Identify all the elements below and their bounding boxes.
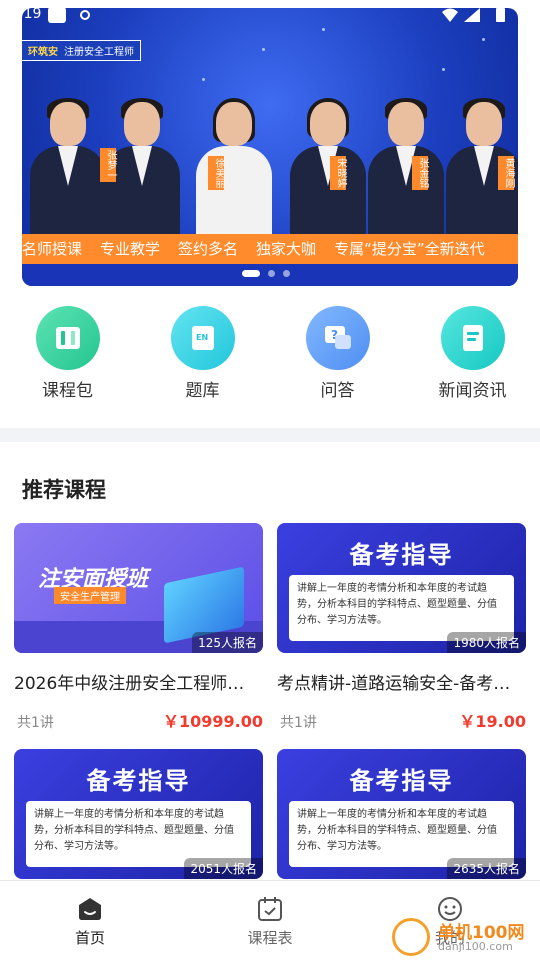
thumb-title: 备考指导 <box>86 767 191 795</box>
question-bank-icon: EN <box>170 306 235 370</box>
enroll-count: 2051人报名 <box>184 858 263 879</box>
quick-nav-course-package[interactable]: 课程包 <box>0 306 135 406</box>
news-icon <box>440 306 505 370</box>
signal-battery-icon <box>442 8 505 22</box>
promo-banner-carousel[interactable]: 环筑安 注册安全工程师 张梦一 徐美丽 宋晓婷 张金铭 黄海刚 名师授课 专业教学签… <box>22 8 518 286</box>
course-price: ￥19.00 <box>459 712 526 731</box>
svg-text:?: ? <box>331 328 338 342</box>
course-thumbnail: 注安面授班 安全生产管理 125人报名 <box>14 523 263 653</box>
banner-logo: 环筑安 注册安全工程师 <box>22 40 141 61</box>
quick-nav-qa[interactable]: ? 问答 <box>270 306 405 406</box>
section-title: 推荐课程 <box>22 478 106 502</box>
quick-nav-label: 问答 <box>320 381 355 401</box>
teacher-name-tag: 宋晓婷 <box>330 156 346 190</box>
course-card[interactable]: 注安面授班 安全生产管理 125人报名 2026年中级注册安全工程师… 共1讲 … <box>14 523 263 732</box>
quick-nav-news[interactable]: 新闻资讯 <box>405 306 540 406</box>
thumb-title: 备考指导 <box>349 541 454 569</box>
thumb-subtitle: 安全生产管理 <box>54 587 126 604</box>
enroll-count: 125人报名 <box>192 632 263 653</box>
course-thumbnail: 备考指导 讲解上一年度的考情分析和本年度的考试趋势，分析本科目的学科特点、题型题… <box>277 749 526 879</box>
home-icon <box>79 898 101 920</box>
thumb-title: 备考指导 <box>349 767 454 795</box>
book-icon <box>35 306 100 370</box>
course-thumbnail: 备考指导 讲解上一年度的考情分析和本年度的考试趋势，分析本科目的学科特点、题型题… <box>14 749 263 879</box>
teacher-name-tag: 张梦一 <box>100 148 116 182</box>
site-watermark: 单机100网 danji100.com <box>392 914 540 960</box>
lesson-count: 共1讲 <box>17 715 54 731</box>
carousel-dot[interactable] <box>242 270 260 277</box>
watermark-logo-icon <box>392 918 430 956</box>
tab-schedule[interactable]: 课程表 <box>180 881 360 960</box>
tab-label: 首页 <box>74 929 105 947</box>
tab-label: 课程表 <box>247 929 293 947</box>
section-divider <box>0 428 540 442</box>
course-card[interactable]: 备考指导 讲解上一年度的考情分析和本年度的考试趋势，分析本科目的学科特点、题型题… <box>14 749 263 879</box>
quick-nav-label: 新闻资讯 <box>438 381 507 401</box>
carousel-dot[interactable] <box>268 270 275 277</box>
quick-nav-label: 题库 <box>185 381 220 401</box>
course-title: 2026年中级注册安全工程师… <box>14 674 245 694</box>
course-card[interactable]: 备考指导 讲解上一年度的考情分析和本年度的考试趋势，分析本科目的学科特点、题型题… <box>277 749 526 879</box>
quick-nav: 课程包 EN 题库 ? 问答 新闻资讯 <box>0 306 540 406</box>
teacher-name-tag: 黄海刚 <box>498 156 514 190</box>
quick-nav-question-bank[interactable]: EN 题库 <box>135 306 270 406</box>
status-bar: 4:19 <box>0 0 540 32</box>
course-thumbnail: 备考指导 讲解上一年度的考情分析和本年度的考试趋势，分析本科目的学科特点、题型题… <box>277 523 526 653</box>
svg-text:EN: EN <box>196 333 208 342</box>
teacher-name-tag: 张金铭 <box>412 156 428 190</box>
carousel-dot[interactable] <box>283 270 290 277</box>
calendar-check-icon <box>258 897 282 921</box>
teacher-name-tag: 徐美丽 <box>208 156 224 190</box>
tab-home[interactable]: 首页 <box>0 881 180 960</box>
course-price: ￥10999.00 <box>162 712 263 731</box>
sync-icon <box>80 10 90 20</box>
status-time: 4:19 <box>10 6 42 22</box>
quick-nav-label: 课程包 <box>42 381 93 401</box>
carousel-indicator[interactable] <box>242 270 290 277</box>
course-title: 考点精讲-道路运输安全-备考… <box>277 674 511 694</box>
course-card[interactable]: 备考指导 讲解上一年度的考情分析和本年度的考试趋势，分析本科目的学科特点、题型题… <box>277 523 526 732</box>
qa-icon: ? <box>305 306 370 370</box>
enroll-count: 2635人报名 <box>447 858 526 879</box>
app-notification-icon <box>48 7 66 23</box>
enroll-count: 1980人报名 <box>447 632 526 653</box>
banner-slogan-strip: 名师授课 专业教学 签约多名 独家大咖 专属“提分宝”全新迭代 <box>22 234 518 264</box>
lesson-count: 共1讲 <box>280 715 317 731</box>
watermark-url: danji100.com <box>438 940 513 953</box>
